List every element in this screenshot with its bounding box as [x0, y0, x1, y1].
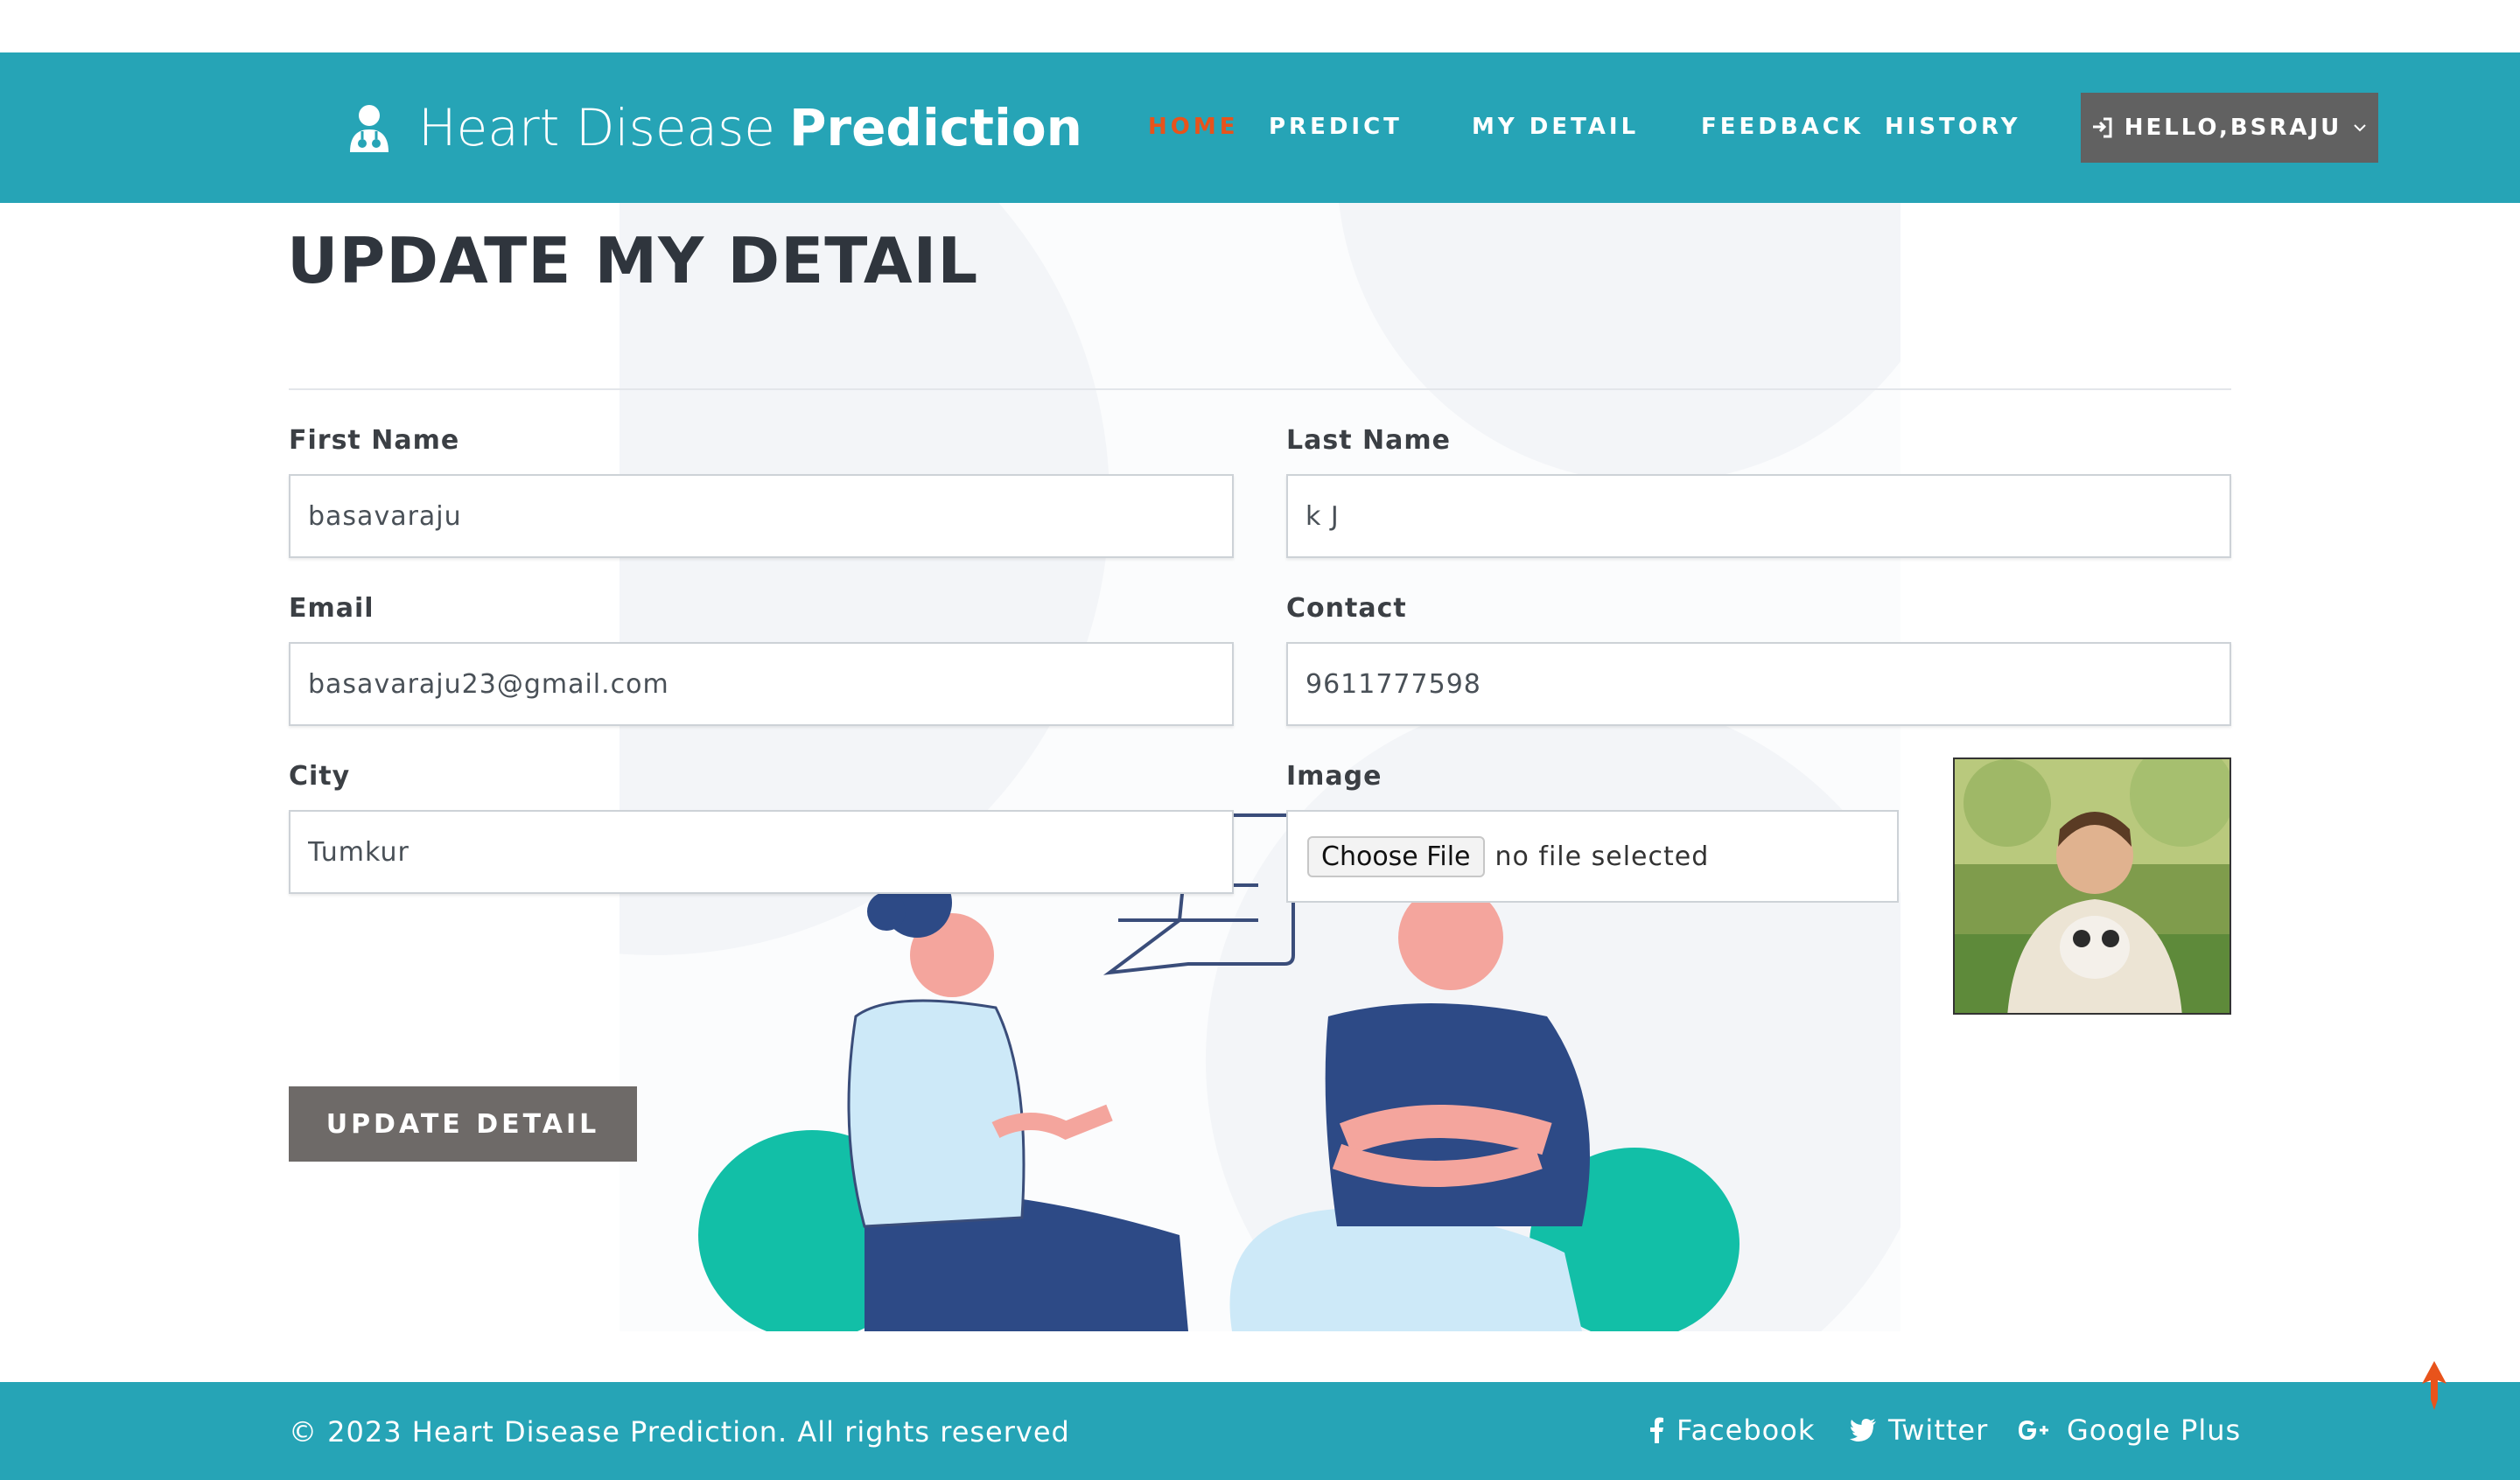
contact-field[interactable]: [1286, 642, 2231, 726]
facebook-link[interactable]: Facebook: [1648, 1414, 1815, 1447]
site-footer: © 2023 Heart Disease Prediction. All rig…: [0, 1382, 2520, 1480]
nav-predict[interactable]: PREDICT: [1269, 114, 1403, 140]
nav-my-detail[interactable]: MY DETAIL: [1472, 114, 1639, 140]
page-title: UPDATE MY DETAIL: [287, 224, 979, 297]
doctor-icon: [350, 105, 388, 152]
user-menu-label: HELLO,BSRAJU: [2124, 115, 2342, 141]
back-to-top-button[interactable]: [2417, 1361, 2452, 1410]
google-plus-link[interactable]: Google Plus: [2018, 1414, 2241, 1447]
arrow-up-icon: [2422, 1361, 2446, 1410]
copyright-text: © 2023 Heart Disease Prediction. All rig…: [289, 1415, 1070, 1449]
email-field[interactable]: [289, 642, 1234, 726]
last-name-label: Last Name: [1286, 425, 1451, 456]
facebook-label: Facebook: [1676, 1414, 1816, 1447]
update-detail-button[interactable]: UPDATE DETAIL: [289, 1086, 637, 1162]
google-plus-icon: [2019, 1421, 2048, 1440]
facebook-icon: [1650, 1417, 1663, 1443]
first-name-field[interactable]: [289, 474, 1234, 558]
profile-photo: [1953, 757, 2231, 1015]
nav-home[interactable]: HOME: [1148, 114, 1239, 140]
last-name-field[interactable]: [1286, 474, 2231, 558]
contact-label: Contact: [1286, 593, 1407, 624]
twitter-link[interactable]: Twitter: [1850, 1414, 1988, 1447]
choose-file-button[interactable]: Choose File: [1307, 835, 1485, 877]
title-divider: [289, 388, 2231, 390]
google-plus-label: Google Plus: [2067, 1414, 2242, 1447]
file-status-text: no file selected: [1494, 841, 1710, 872]
nav-feedback[interactable]: FEEDBACK: [1701, 114, 1864, 140]
image-label: Image: [1286, 761, 1382, 792]
twitter-label: Twitter: [1888, 1414, 1989, 1447]
brand-name-bold: Prediction: [788, 98, 1082, 157]
email-label: Email: [289, 593, 374, 624]
first-name-label: First Name: [289, 425, 460, 456]
brand-logo[interactable]: Heart Disease Prediction: [343, 93, 1082, 163]
twitter-icon: [1850, 1419, 1876, 1442]
sign-in-icon: [2092, 117, 2112, 138]
consultation-illustration: [620, 203, 1900, 1331]
nav-history[interactable]: HISTORY: [1885, 114, 2020, 140]
image-file-input[interactable]: Choose File no file selected: [1286, 810, 1899, 903]
city-label: City: [289, 761, 351, 792]
city-field[interactable]: [289, 810, 1234, 894]
profile-photo-image: [1955, 759, 2230, 1013]
user-menu-button[interactable]: HELLO,BSRAJU: [2081, 93, 2378, 163]
consultation-illustration-art: [620, 203, 1900, 1331]
brand-name-light: Heart Disease: [418, 98, 775, 157]
chevron-down-icon: [2354, 124, 2367, 132]
